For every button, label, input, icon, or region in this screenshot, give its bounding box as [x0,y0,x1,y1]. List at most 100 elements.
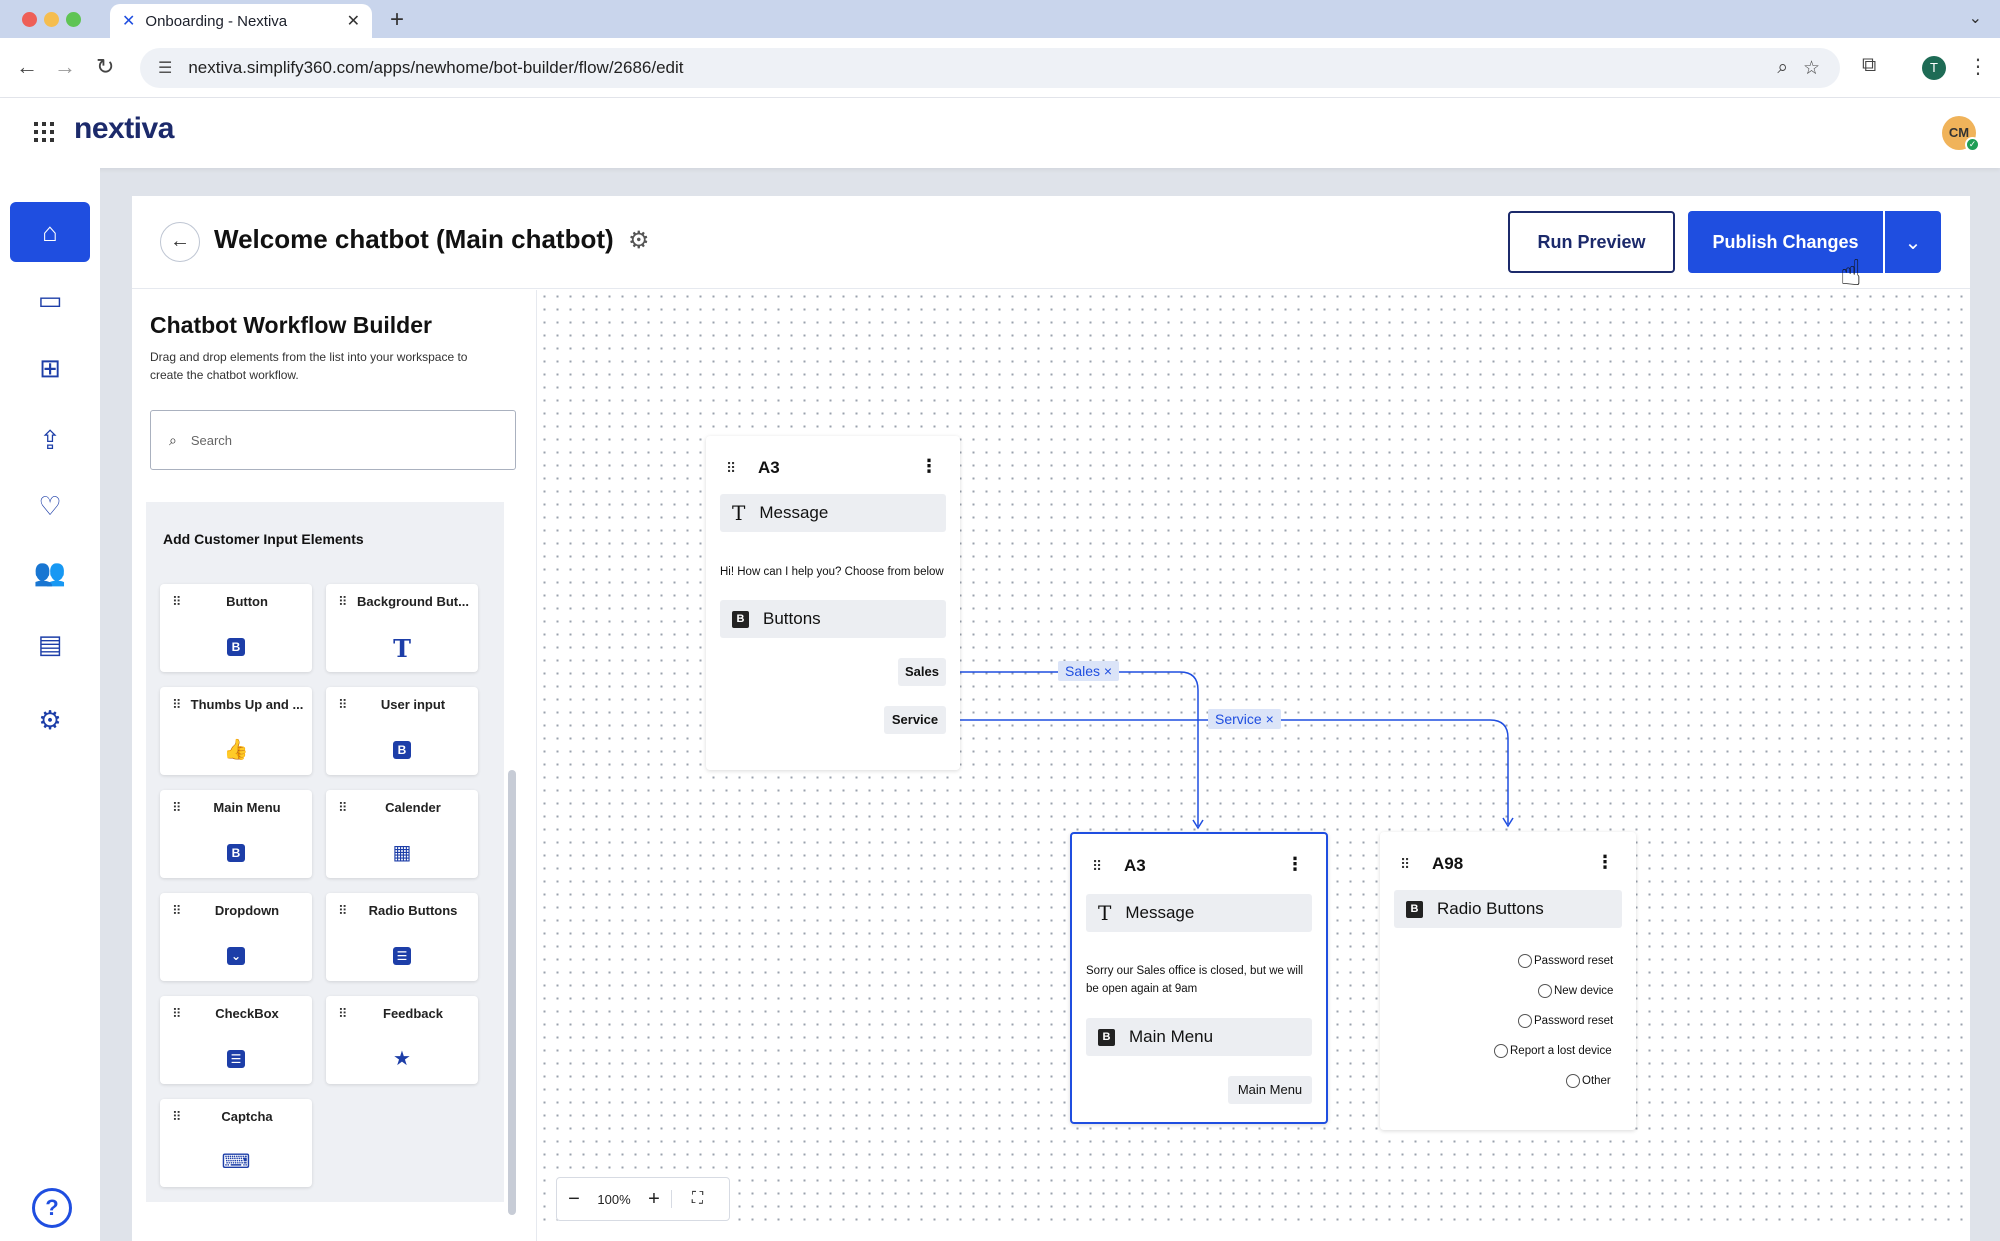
drag-handle-icon[interactable]: ⠿ [338,1006,347,1022]
buttons-block[interactable]: B Buttons [720,600,946,638]
sales-edge-label[interactable]: Sales × [1058,661,1120,681]
header-divider [132,288,1970,289]
drag-handle-icon[interactable]: ⠿ [338,903,347,919]
minimize-window-button[interactable] [44,12,59,27]
drag-handle-icon[interactable]: ⠿ [1092,858,1102,875]
block-label: Main Menu [1129,1027,1214,1046]
drag-handle-icon[interactable]: ⠿ [172,800,181,816]
element-main-menu[interactable]: ⠿ Main Menu B [160,790,312,878]
browser-menu-icon[interactable]: ⋮ [1968,54,1988,79]
node-id: A98 [1432,854,1464,873]
back-icon[interactable]: ← [16,54,38,80]
drag-handle-icon[interactable]: ⠿ [172,903,181,919]
more-options-icon[interactable]: ⋮ [1596,852,1614,873]
message-block[interactable]: T Message [720,494,946,532]
radio-option[interactable]: Report a lost device [1494,1044,1612,1058]
elements-section-title: Add Customer Input Elements [163,531,364,547]
nextiva-favicon-icon: ✕ [122,13,136,30]
node-a3-greeting[interactable]: ⠿ A3 ⋮ T Message Hi! How can I help you?… [706,436,960,770]
inbox-icon[interactable]: ▭ [10,270,90,330]
help-icon[interactable]: ? [32,1188,72,1228]
main-menu-block[interactable]: B Main Menu [1086,1018,1312,1056]
button-icon: B [1406,900,1423,918]
node-a3-closed[interactable]: ⠿ A3 ⋮ T Message Sorry our Sales office … [1070,832,1328,1124]
main-menu-button-chip[interactable]: Main Menu [1228,1076,1312,1104]
back-arrow-button[interactable]: ← [160,222,200,262]
element-feedback[interactable]: ⠿ Feedback ★ [326,996,478,1084]
drag-handle-icon[interactable]: ⠿ [338,800,347,816]
bookmark-star-icon[interactable]: ☆ [1803,57,1820,80]
site-settings-icon[interactable]: ☰ [158,58,172,78]
reload-icon[interactable]: ↻ [96,54,114,80]
close-window-button[interactable] [22,12,37,27]
drag-handle-icon[interactable]: ⠿ [338,594,347,610]
new-tab-button[interactable]: + [390,6,404,34]
close-tab-icon[interactable]: ✕ [347,11,360,31]
team-icon[interactable]: 👥 [10,542,90,602]
element-radio-buttons[interactable]: ⠿ Radio Buttons ☰ [326,893,478,981]
radio-option[interactable]: Other [1566,1074,1611,1088]
element-search-input[interactable]: ⌕ Search [150,410,516,470]
apps-grid-icon[interactable]: ⊞ [10,338,90,398]
element-button[interactable]: ⠿ Button B [160,584,312,672]
tab-search-icon[interactable]: ⌄ [1969,8,1982,28]
drag-handle-icon[interactable]: ⠿ [172,697,181,713]
maximize-window-button[interactable] [66,12,81,27]
service-edge-label[interactable]: Service × [1208,709,1281,729]
element-thumbs-up[interactable]: ⠿ Thumbs Up and ... 👍 [160,687,312,775]
zoom-out-button[interactable]: − [557,1188,591,1211]
app-launcher-icon[interactable] [34,122,54,142]
element-dropdown[interactable]: ⠿ Dropdown ⌄ [160,893,312,981]
zoom-in-button[interactable]: + [637,1188,671,1211]
element-user-input[interactable]: ⠿ User input B [326,687,478,775]
element-calendar[interactable]: ⠿ Calender ▦ [326,790,478,878]
address-bar[interactable]: ☰ nextiva.simplify360.com/apps/newhome/b… [140,48,1840,88]
home-icon[interactable]: ⌂ [10,202,90,262]
block-label: Buttons [763,609,821,628]
radio-option[interactable]: Password reset [1518,954,1613,968]
list-icon: ☰ [326,943,478,966]
node-a98-radio[interactable]: ⠿ A98 ⋮ B Radio Buttons Password reset N… [1380,832,1636,1130]
extensions-icon[interactable]: ⧉ [1862,54,1876,77]
message-block[interactable]: T Message [1086,894,1312,932]
element-captcha[interactable]: ⠿ Captcha ⌨ [160,1099,312,1187]
health-icon[interactable]: ♡ [10,476,90,536]
radio-option[interactable]: Password reset [1518,1014,1613,1028]
more-options-icon[interactable]: ⋮ [920,456,938,477]
radio-buttons-block[interactable]: B Radio Buttons [1394,890,1622,928]
button-icon: B [732,610,749,628]
element-label: Feedback [383,1006,443,1021]
more-options-icon[interactable]: ⋮ [1286,854,1304,875]
elements-scrollbar[interactable] [508,770,516,1215]
element-checkbox[interactable]: ⠿ CheckBox ☰ [160,996,312,1084]
chatbot-settings-gear-icon[interactable]: ⚙ [628,226,650,255]
drag-handle-icon[interactable]: ⠿ [172,1109,181,1125]
message-text: Sorry our Sales office is closed, but we… [1086,965,1304,995]
element-label: Radio Buttons [368,903,458,918]
drag-handle-icon[interactable]: ⠿ [726,460,736,477]
upload-icon[interactable]: ⇪ [10,410,90,470]
zoom-icon[interactable]: ⌕ [1777,57,1788,79]
element-background-button[interactable]: ⠿ Background But... T [326,584,478,672]
forward-icon[interactable]: → [54,54,76,80]
settings-icon[interactable]: ⚙ [10,690,90,750]
fit-to-screen-icon[interactable]: ⛶ [671,1190,723,1208]
drag-handle-icon[interactable]: ⠿ [172,1006,181,1022]
block-label: Message [759,503,829,522]
element-label: Calender [385,800,441,815]
user-avatar[interactable]: CM ✓ [1942,116,1980,152]
run-preview-button[interactable]: Run Preview [1508,211,1675,273]
sales-button-chip[interactable]: Sales [898,658,946,686]
app-header: nextiva CM ✓ [0,98,2000,168]
avatar-initials: CM [1948,125,1970,140]
publish-options-chevron-icon[interactable]: ⌄ [1885,211,1941,273]
drag-handle-icon[interactable]: ⠿ [1400,856,1410,873]
radio-option[interactable]: New device [1538,984,1613,998]
service-button-chip[interactable]: Service [884,706,946,734]
browser-tab[interactable]: ✕ Onboarding - Nextiva ✕ [110,4,372,38]
profile-avatar[interactable]: T [1922,56,1946,80]
drag-handle-icon[interactable]: ⠿ [338,697,347,713]
reports-icon[interactable]: ▤ [10,614,90,674]
drag-handle-icon[interactable]: ⠿ [172,594,181,610]
block-label: Radio Buttons [1437,899,1544,918]
